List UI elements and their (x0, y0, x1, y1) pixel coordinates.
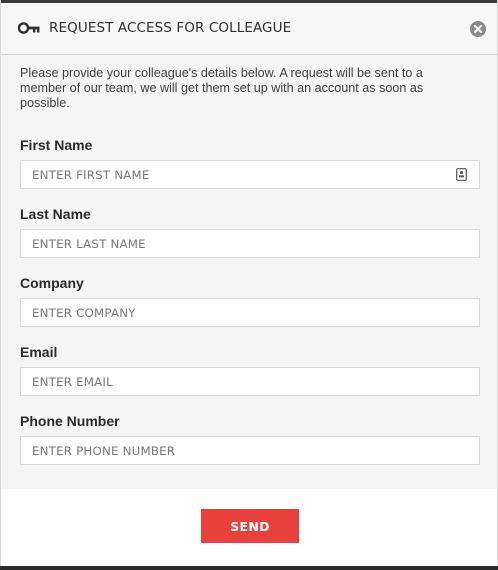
company-input[interactable] (20, 298, 480, 327)
dialog-body: Please provide your colleague's details … (1, 55, 497, 489)
phone-number-label: Phone Number (20, 413, 120, 429)
close-icon (474, 25, 482, 33)
first-name-input[interactable] (20, 160, 480, 189)
dialog-title: REQUEST ACCESS FOR COLLEAGUE (49, 20, 292, 36)
dialog-footer: SEND (1, 489, 497, 566)
email-input[interactable] (20, 367, 480, 396)
send-button[interactable]: SEND (201, 509, 299, 543)
dialog-header: REQUEST ACCESS FOR COLLEAGUE (1, 0, 497, 55)
key-icon (18, 22, 40, 34)
close-button[interactable] (470, 21, 486, 37)
request-access-dialog: REQUEST ACCESS FOR COLLEAGUE Please prov… (0, 0, 498, 566)
email-label: Email (20, 344, 58, 360)
intro-text: Please provide your colleague's details … (20, 66, 424, 110)
last-name-input[interactable] (20, 229, 480, 258)
contact-card-icon[interactable] (456, 168, 467, 181)
phone-number-input[interactable] (20, 436, 480, 465)
last-name-label: Last Name (20, 206, 91, 222)
first-name-label: First Name (20, 137, 93, 153)
company-label: Company (20, 275, 84, 291)
